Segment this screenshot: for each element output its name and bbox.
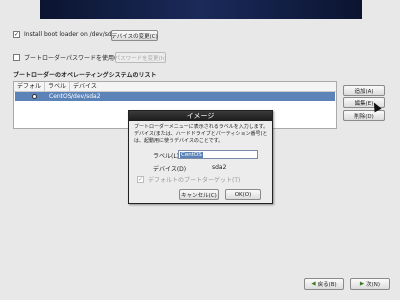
column-label[interactable]: ラベル bbox=[45, 82, 70, 91]
back-button[interactable]: ◀ 戻る(B) bbox=[304, 278, 344, 290]
install-bootloader-checkbox[interactable]: ✓ bbox=[13, 31, 20, 38]
top-banner bbox=[40, 0, 362, 19]
bootloader-password-label: ブートローダーパスワードを使用(U) bbox=[24, 55, 124, 62]
bootloader-password-checkbox[interactable] bbox=[13, 54, 20, 61]
image-dialog: イメージ ブートローダーメニューに表示されるラベルを入力します。デバイス(または… bbox=[128, 110, 273, 204]
next-label: 次(N) bbox=[366, 282, 381, 288]
ok-button[interactable]: OK(O) bbox=[225, 189, 261, 200]
device-caption: デバイス(D) bbox=[153, 166, 187, 173]
change-device-button[interactable]: デバイスの変更(C) bbox=[111, 30, 158, 41]
default-radio[interactable] bbox=[32, 94, 37, 99]
column-default[interactable]: デフォルト bbox=[14, 82, 45, 99]
cancel-button[interactable]: キャンセル(C) bbox=[179, 189, 219, 200]
device-value: sda2 bbox=[212, 164, 227, 171]
row-device: /dev/sda2 bbox=[71, 93, 101, 100]
back-arrow-icon: ◀ bbox=[311, 281, 316, 287]
label-caption: ラベル(L) bbox=[153, 153, 180, 160]
delete-button[interactable]: 削除(D) bbox=[343, 110, 385, 121]
row-label: CentOS bbox=[49, 93, 72, 100]
install-bootloader-row[interactable]: ✓ Install boot loader on /dev/sda. bbox=[13, 31, 117, 38]
label-input-value: CentOS bbox=[180, 151, 203, 158]
default-target-checkbox: ✓ bbox=[137, 175, 144, 183]
column-device[interactable]: デバイス bbox=[70, 82, 336, 91]
install-bootloader-label: Install boot loader on /dev/sda. bbox=[24, 31, 118, 38]
bootloader-password-row[interactable]: ブートローダーパスワードを使用(U) bbox=[13, 53, 123, 62]
next-arrow-icon: ▶ bbox=[359, 281, 365, 287]
os-list-header: デフォルト ラベル デバイス bbox=[14, 82, 336, 99]
os-list-title: ブートローダーのオペレーティングシステムのリスト bbox=[13, 72, 157, 79]
default-target-label: デフォルトのブートターゲット(T) bbox=[148, 177, 241, 184]
next-button[interactable]: ▶ 次(N) bbox=[350, 278, 390, 290]
default-target-row: ✓ デフォルトのブートターゲット(T) bbox=[137, 175, 240, 184]
os-list-row[interactable]: CentOS /dev/sda2 bbox=[15, 92, 335, 101]
add-button[interactable]: 追加(A) bbox=[343, 85, 385, 96]
dialog-description: ブートローダーメニューに表示されるラベルを入力します。デバイス(または、ハードド… bbox=[134, 124, 269, 144]
change-password-button: パスワードを変更(h) bbox=[115, 52, 166, 63]
back-label: 戻る(B) bbox=[317, 282, 337, 288]
label-input[interactable]: CentOS bbox=[178, 150, 258, 159]
dialog-title: イメージ bbox=[129, 111, 272, 121]
